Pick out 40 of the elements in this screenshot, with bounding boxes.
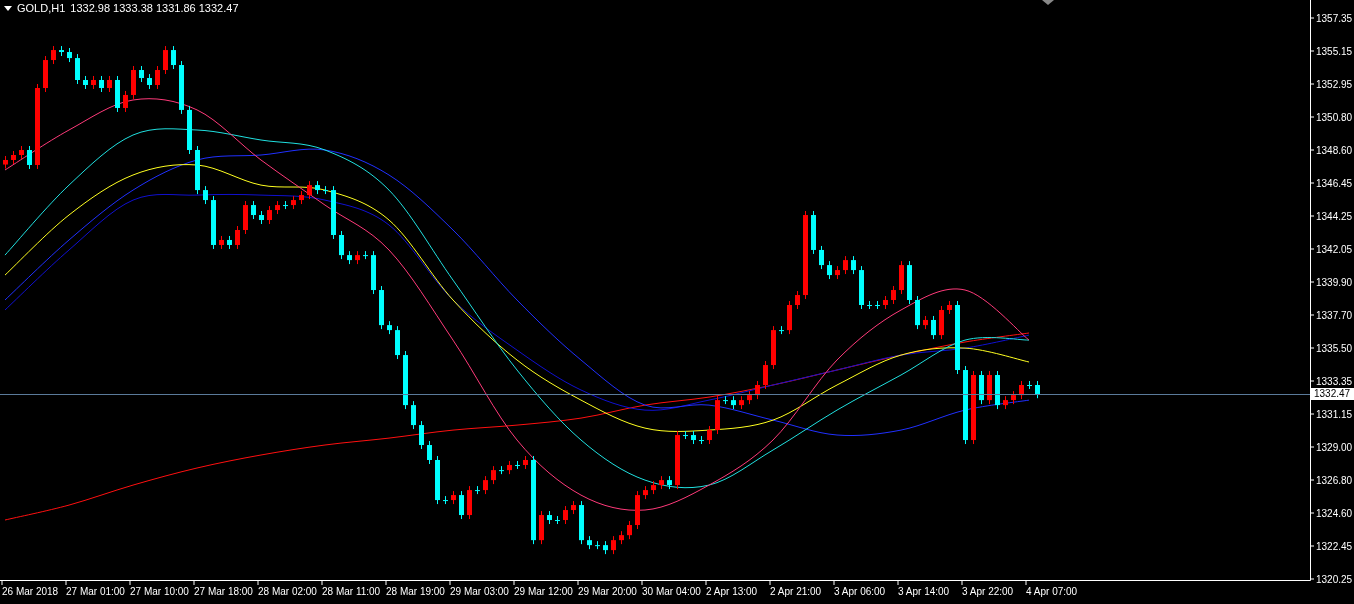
time-axis-label: 28 Mar 19:00 [386,586,445,597]
price-axis-label: 1320.25 [1316,574,1353,585]
price-axis-label: 1348.60 [1316,145,1353,156]
symbol-label: GOLD,H1 [17,2,66,14]
price-axis-label: 1357.35 [1316,13,1353,24]
price-readout: 1332.98 1333.38 1331.86 1332.47 [70,2,239,14]
price-axis-label: 1337.70 [1316,310,1353,321]
time-axis-label: 29 Mar 20:00 [578,586,637,597]
time-axis-label: 3 Apr 22:00 [962,586,1014,597]
time-axis-label: 27 Mar 18:00 [194,586,253,597]
time-axis-label: 3 Apr 06:00 [834,586,886,597]
price-axis-label: 1335.50 [1316,343,1353,354]
price-axis-label: 1344.25 [1316,211,1353,222]
time-axis-label: 4 Apr 07:00 [1026,586,1078,597]
price-axis-label: 1331.15 [1316,409,1353,420]
time-axis-label: 27 Mar 10:00 [130,586,189,597]
price-axis-label: 1324.60 [1316,508,1353,519]
time-axis-label: 2 Apr 13:00 [706,586,758,597]
time-axis-label: 28 Mar 02:00 [258,586,317,597]
price-axis-label: 1339.90 [1316,277,1353,288]
dropdown-triangle-icon[interactable] [4,5,12,11]
price-axis-label: 1322.45 [1316,541,1353,552]
price-axis-label: 1346.45 [1316,178,1353,189]
price-axis-label: 1342.05 [1316,244,1353,255]
time-axis-label: 30 Mar 04:00 [642,586,701,597]
price-axis-label: 1350.80 [1316,112,1353,123]
price-axis-label: 1333.35 [1316,376,1353,387]
time-axis-label: 2 Apr 21:00 [770,586,822,597]
time-axis-label: 28 Mar 11:00 [322,586,381,597]
time-axis-label: 29 Mar 12:00 [514,586,573,597]
time-axis-label: 3 Apr 14:00 [898,586,950,597]
time-axis-label: 26 Mar 2018 [2,586,59,597]
time-axis-label: 27 Mar 01:00 [66,586,125,597]
current-price-tag: 1332.47 [1311,388,1354,400]
price-axis-label: 1329.00 [1316,442,1353,453]
price-axis-label: 1352.95 [1316,79,1353,90]
time-axis-label: 29 Mar 03:00 [450,586,509,597]
chart-shift-marker-icon[interactable] [1042,0,1054,5]
price-axis-label: 1326.80 [1316,475,1353,486]
price-axis-label: 1355.15 [1316,46,1353,57]
